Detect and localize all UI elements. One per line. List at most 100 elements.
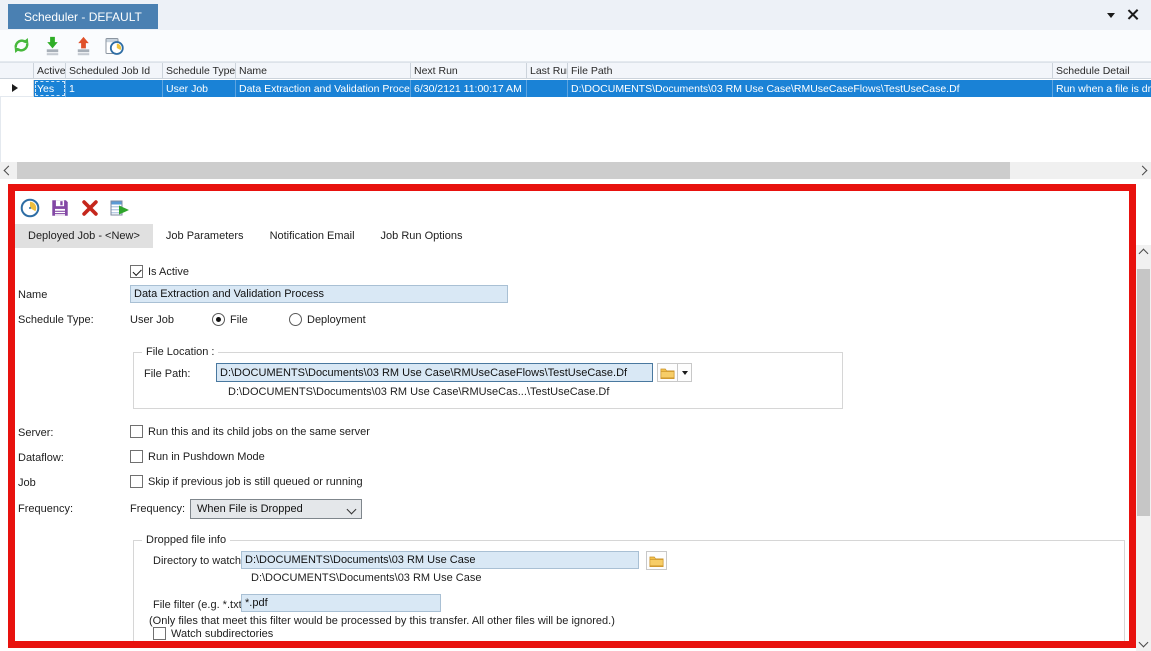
file-path-label: File Path:	[144, 368, 191, 380]
chevron-down-icon	[346, 504, 357, 514]
col-header-file-path[interactable]: File Path	[568, 63, 1053, 78]
col-header-schedule-detail[interactable]: Schedule Detail	[1053, 63, 1151, 78]
horizontal-scrollbar[interactable]	[0, 162, 1151, 179]
frequency-field-label: Frequency:	[130, 503, 186, 515]
vertical-scrollbar[interactable]	[1136, 245, 1151, 651]
watch-subdirectories-checkbox[interactable]: Watch subdirectories	[153, 627, 273, 640]
schedule-clock-button[interactable]	[18, 196, 42, 220]
tab-deployed-job[interactable]: Deployed Job - <New>	[15, 224, 153, 248]
frequency-select[interactable]: When File is Dropped	[190, 499, 362, 519]
pushdown-checkbox[interactable]: Run in Pushdown Mode	[130, 450, 265, 463]
scroll-up-button[interactable]	[1136, 245, 1151, 262]
name-input[interactable]	[130, 285, 508, 303]
radio-selected-icon[interactable]	[212, 313, 225, 326]
highlight-border: Deployed Job - <New> Job Parameters Noti…	[8, 184, 1136, 648]
cell-active[interactable]: Yes	[34, 80, 66, 97]
col-header-scheduled-job-id[interactable]: Scheduled Job Id	[66, 63, 163, 78]
run-job-button[interactable]	[108, 196, 132, 220]
is-active-label: Is Active	[148, 265, 189, 278]
browse-file-button[interactable]	[657, 363, 678, 382]
directory-resolved-text: D:\DOCUMENTS\Documents\03 RM Use Case	[251, 572, 482, 584]
tab-job-run-options[interactable]: Job Run Options	[368, 224, 476, 248]
col-header-active[interactable]: Active	[34, 63, 66, 78]
server-label: Server:	[18, 427, 54, 439]
checkbox-icon[interactable]	[130, 425, 143, 438]
file-location-legend: File Location :	[142, 346, 219, 358]
run-job-icon	[110, 200, 129, 216]
server-checkbox[interactable]: Run this and its child jobs on the same …	[130, 425, 370, 438]
file-filter-input[interactable]	[241, 594, 441, 612]
cell-last-run[interactable]	[527, 80, 568, 97]
file-path-resolved-text: D:\DOCUMENTS\Documents\03 RM Use Case\RM…	[228, 386, 610, 398]
cell-schedule-type[interactable]: User Job	[163, 80, 236, 97]
schedule-report-button[interactable]	[102, 34, 126, 58]
delete-button[interactable]	[78, 196, 102, 220]
cell-next-run[interactable]: 6/30/2121 11:00:17 AM	[411, 80, 527, 97]
cell-file-path[interactable]: D:\DOCUMENTS\Documents\03 RM Use Case\RM…	[568, 80, 1053, 97]
import-schedule-button[interactable]	[40, 34, 64, 58]
job-detail-toolbar	[18, 194, 132, 222]
scroll-right-button[interactable]	[1134, 162, 1151, 179]
checkbox-checked-icon[interactable]	[130, 265, 143, 278]
file-filter-note: (Only files that meet this filter would …	[149, 615, 615, 627]
folder-icon	[660, 368, 675, 379]
refresh-button[interactable]	[9, 34, 33, 58]
scroll-left-button[interactable]	[0, 162, 17, 179]
folder-icon	[649, 556, 664, 567]
frequency-selected-value: When File is Dropped	[197, 503, 303, 515]
scheduler-window: { "window": { "tab_title": "Scheduler - …	[0, 0, 1151, 651]
window-title-tab[interactable]: Scheduler - DEFAULT	[8, 4, 158, 29]
server-checkbox-label: Run this and its child jobs on the same …	[148, 425, 370, 438]
col-header-next-run[interactable]: Next Run	[411, 63, 527, 78]
export-schedule-button[interactable]	[71, 34, 95, 58]
col-header-last-run[interactable]: Last Run	[527, 63, 568, 78]
close-icon[interactable]	[1126, 8, 1139, 21]
watch-subdirectories-label: Watch subdirectories	[171, 627, 274, 640]
name-label: Name	[18, 289, 48, 301]
save-icon	[52, 200, 68, 216]
skip-previous-checkbox-label: Skip if previous job is still queued or …	[148, 475, 363, 488]
radio-deployment[interactable]: Deployment	[289, 313, 366, 326]
is-active-checkbox[interactable]: Is Active	[130, 265, 189, 278]
scroll-down-button[interactable]	[1136, 634, 1151, 651]
delete-icon	[82, 200, 98, 216]
directory-to-watch-label: Directory to watch	[153, 555, 242, 567]
checkbox-icon[interactable]	[130, 450, 143, 463]
file-path-input[interactable]	[216, 363, 653, 382]
scheduler-toolbar	[0, 30, 1151, 62]
vertical-scrollbar-thumb[interactable]	[1137, 269, 1150, 516]
chevron-up-icon	[1138, 248, 1149, 259]
tab-notification-email[interactable]: Notification Email	[257, 224, 368, 248]
checkbox-icon[interactable]	[130, 475, 143, 488]
radio-file[interactable]: File	[212, 313, 248, 326]
col-header-schedule-type[interactable]: Schedule Type	[163, 63, 236, 78]
tab-job-parameters[interactable]: Job Parameters	[153, 224, 257, 248]
skip-previous-checkbox[interactable]: Skip if previous job is still queued or …	[130, 475, 363, 488]
cell-name[interactable]: Data Extraction and Validation Process	[236, 80, 411, 97]
save-button[interactable]	[48, 196, 72, 220]
cell-schedule-detail[interactable]: Run when a file is dropped in D:\DOCUMEN…	[1053, 80, 1151, 97]
cell-job-id[interactable]: 1	[66, 80, 163, 97]
directory-to-watch-input[interactable]	[241, 551, 639, 569]
table-row[interactable]: Yes 1 User Job Data Extraction and Valid…	[0, 80, 1151, 97]
checkbox-icon[interactable]	[153, 627, 166, 640]
col-header-name[interactable]: Name	[236, 63, 411, 78]
row-selector-arrow-icon[interactable]	[0, 80, 34, 97]
job-label: Job	[18, 477, 36, 489]
grid-selector-header	[0, 63, 34, 78]
browse-directory-button[interactable]	[646, 551, 667, 570]
frequency-label: Frequency:	[18, 503, 74, 515]
job-detail-panel: Deployed Job - <New> Job Parameters Noti…	[15, 191, 1129, 641]
grid-empty-area	[0, 97, 1151, 162]
chevron-down-icon	[681, 370, 688, 375]
file-path-options-button[interactable]	[678, 363, 692, 382]
radio-unselected-icon[interactable]	[289, 313, 302, 326]
window-menu-caret-icon[interactable]	[1107, 13, 1115, 18]
dropped-file-info-legend: Dropped file info	[142, 534, 231, 546]
clock-icon	[20, 198, 40, 218]
chevron-right-icon	[1137, 165, 1148, 176]
horizontal-scrollbar-thumb[interactable]	[17, 162, 1010, 179]
import-schedule-icon	[46, 36, 58, 56]
dataflow-label: Dataflow:	[18, 452, 64, 464]
radio-file-label: File	[230, 313, 248, 326]
